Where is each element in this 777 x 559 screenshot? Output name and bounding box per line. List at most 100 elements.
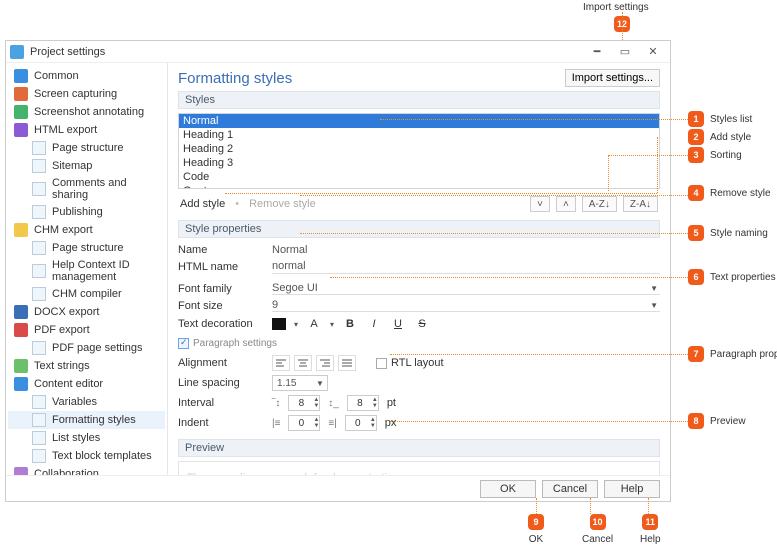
sidebar-item-label: CHM compiler [52,288,122,300]
strikethrough-button[interactable]: S [414,316,430,332]
sitemap-icon [32,159,46,173]
name-input[interactable]: Normal [272,244,660,256]
underline-button[interactable]: U [390,316,406,332]
styles-list-row[interactable]: Code [179,170,659,184]
sidebar-item-label: PDF page settings [52,342,143,354]
sidebar-item[interactable]: Page structure [8,139,165,157]
comment-icon [32,182,46,196]
styles-toolbar: Add style • Remove style ˅ ˄ A-Z↓ Z-A↓ [178,193,660,220]
sidebar-item[interactable]: Sitemap [8,157,165,175]
annotation-label-2: Add style [710,132,751,143]
sort-az-button[interactable]: A-Z↓ [582,196,617,212]
sidebar-item[interactable]: Help Context ID management [8,257,165,285]
indent-right-stepper[interactable]: 0▲▼ [345,415,377,431]
underline-style-button[interactable]: A [306,316,322,332]
interval-top-icon: ‾↕ [272,398,280,409]
sidebar-item[interactable]: List styles [8,429,165,447]
align-justify-button[interactable] [338,355,356,371]
maximize-button[interactable]: ▭ [612,43,638,61]
color-swatch[interactable] [272,318,286,330]
sidebar-item[interactable]: CHM export [8,221,165,239]
annotation-badge-8: 8 [688,413,704,429]
sidebar-item-label: Text strings [34,360,90,372]
help-button[interactable]: Help [604,480,660,498]
html-name-label: HTML name [178,261,264,273]
sidebar-item-label: List styles [52,432,100,444]
sidebar-item[interactable]: Collaboration [8,465,165,475]
interval-top-stepper[interactable]: 8▲▼ [288,395,320,411]
sidebar-item[interactable]: Content editor [8,375,165,393]
annotation-label-4: Remove style [710,188,771,199]
styles-list-row[interactable]: Heading 2 [179,142,659,156]
bold-button[interactable]: B [342,316,358,332]
move-up-button[interactable]: ˄ [556,196,576,212]
sidebar-item[interactable]: Comments and sharing [8,175,165,203]
sidebar-item[interactable]: Variables [8,393,165,411]
sidebar-item[interactable]: HTML export [8,121,165,139]
interval-bottom-icon: ↕_ [328,398,339,409]
italic-button[interactable]: I [366,316,382,332]
font-family-select[interactable]: Segoe UI▼ [272,282,660,295]
window-title: Project settings [30,46,584,58]
sidebar-item[interactable]: PDF export [8,321,165,339]
indent-left-stepper[interactable]: 0▲▼ [288,415,320,431]
sidebar-item-label: Screenshot annotating [34,106,144,118]
gear-icon [14,69,28,83]
chevron-down-icon: ▼ [650,284,658,293]
move-down-button[interactable]: ˅ [530,196,550,212]
content-pane: Formatting styles Import settings... Sty… [168,63,670,475]
sidebar-item[interactable]: CHM compiler [8,285,165,303]
sidebar-item[interactable]: Common [8,67,165,85]
interval-bottom-stepper[interactable]: 8▲▼ [347,395,379,411]
font-size-select[interactable]: 9▼ [272,299,660,312]
sidebar-item[interactable]: Formatting styles [8,411,165,429]
interval-label: Interval [178,397,264,409]
styles-list-row[interactable]: Normal [179,114,659,128]
paragraph-settings-checkbox[interactable]: ✓ [178,338,189,349]
editor-icon [14,377,28,391]
annotation-badge-11: 11 [642,514,658,530]
styles-list-row[interactable]: Heading 3 [179,156,659,170]
align-right-button[interactable] [316,355,334,371]
alignment-label: Alignment [178,357,264,369]
align-left-button[interactable] [272,355,290,371]
line-spacing-select[interactable]: 1.15▼ [272,375,328,391]
preview-area: The preceding paragraph for demonstratio… [178,461,660,475]
pencil-icon [14,105,28,119]
sidebar-item[interactable]: Text strings [8,357,165,375]
cancel-button[interactable]: Cancel [542,480,598,498]
page-icon [32,341,46,355]
sidebar-item-label: Formatting styles [52,414,136,426]
remove-style-button[interactable]: Remove style [249,198,316,210]
minimize-button[interactable]: ━ [584,43,610,61]
sidebar-item-label: Variables [52,396,97,408]
chevron-down-icon: ▾ [330,320,334,329]
align-center-button[interactable] [294,355,312,371]
close-button[interactable]: ✕ [640,43,666,61]
styles-list[interactable]: NormalHeading 1Heading 2Heading 3CodeQuo… [178,113,660,189]
sidebar-item[interactable]: Screen capturing [8,85,165,103]
html-icon [14,123,28,137]
annotation-badge-5: 5 [688,225,704,241]
sidebar-item[interactable]: Text block templates [8,447,165,465]
window: Project settings ━ ▭ ✕ CommonScreen capt… [5,40,671,502]
sidebar-item[interactable]: Screenshot annotating [8,103,165,121]
sidebar-item[interactable]: DOCX export [8,303,165,321]
styles-list-row[interactable]: Heading 1 [179,128,659,142]
interval-unit-label: pt [387,397,396,409]
font-family-label: Font family [178,283,264,295]
sidebar-item[interactable]: PDF page settings [8,339,165,357]
ok-button[interactable]: OK [480,480,536,498]
indent-unit-label: px [385,417,397,429]
rtl-checkbox[interactable] [376,358,387,369]
name-label: Name [178,244,264,256]
chevron-down-icon: ▼ [650,301,658,310]
import-settings-button[interactable]: Import settings... [565,69,660,87]
sidebar-item[interactable]: Page structure [8,239,165,257]
html-name-input[interactable]: normal [272,260,660,274]
sort-za-button[interactable]: Z-A↓ [623,196,658,212]
sidebar-item[interactable]: Publishing [8,203,165,221]
styles-list-row[interactable]: Quote [179,184,659,189]
add-style-button[interactable]: Add style [180,198,225,210]
sidebar-item-label: HTML export [34,124,97,136]
